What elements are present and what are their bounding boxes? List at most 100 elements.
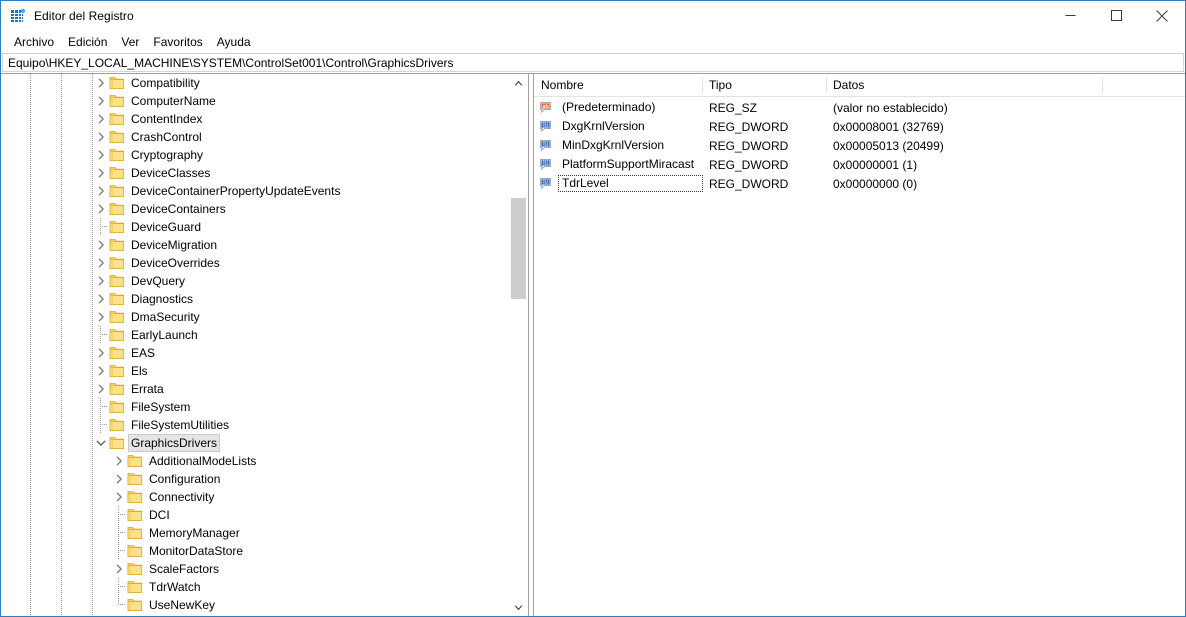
tree-node[interactable]: ContentIndex [1, 110, 509, 128]
tree-node-label: ScaleFactors [149, 562, 220, 576]
tree-node-label: ContentIndex [131, 112, 203, 126]
folder-icon [109, 202, 125, 216]
tree-node[interactable]: Compatibility [1, 74, 509, 92]
chevron-right-icon[interactable] [93, 164, 109, 182]
close-button[interactable] [1139, 1, 1185, 30]
dword-value-icon: 011 100 [539, 176, 555, 192]
scroll-up-button[interactable] [510, 74, 527, 91]
scroll-down-button[interactable] [510, 599, 527, 616]
tree-node[interactable]: Configuration [1, 470, 509, 488]
chevron-right-icon[interactable] [111, 452, 127, 470]
tree-node[interactable]: EAS [1, 344, 509, 362]
scroll-thumb[interactable] [511, 197, 526, 300]
chevron-right-icon[interactable] [93, 308, 109, 326]
column-header-data[interactable]: Datos [826, 74, 1102, 96]
chevron-right-icon[interactable] [93, 380, 109, 398]
tree-node-label: FileSystemUtilities [131, 418, 230, 432]
registry-editor-icon [10, 8, 26, 24]
tree-node[interactable]: AdditionalModeLists [1, 452, 509, 470]
value-row[interactable]: 011 100 TdrLevel REG_DWORD 0x00000000 (0) [534, 174, 1185, 193]
tree-node-label: ComputerName [131, 94, 216, 108]
tree-node[interactable]: UseNewKey [1, 596, 509, 614]
tree-node[interactable]: FileSystem [1, 398, 509, 416]
tree-node-label: MemoryManager [149, 526, 240, 540]
tree-node[interactable]: DeviceMigration [1, 236, 509, 254]
chevron-right-icon[interactable] [93, 182, 109, 200]
tree-node[interactable]: Diagnostics [1, 290, 509, 308]
folder-icon [109, 436, 125, 450]
chevron-right-icon[interactable] [93, 92, 109, 110]
tree-node[interactable]: DeviceContainers [1, 200, 509, 218]
menu-item-ver[interactable]: Ver [114, 32, 146, 52]
chevron-down-icon[interactable] [93, 434, 109, 452]
tree-node-label: DCI [149, 508, 170, 522]
tree-node[interactable]: TdrWatch [1, 578, 509, 596]
tree-node[interactable]: ComputerName [1, 92, 509, 110]
chevron-right-icon[interactable] [111, 560, 127, 578]
tree-node[interactable]: DeviceContainerPropertyUpdateEvents [1, 182, 509, 200]
chevron-right-icon[interactable] [93, 200, 109, 218]
chevron-right-icon[interactable] [93, 362, 109, 380]
tree-node[interactable]: MonitorDataStore [1, 542, 509, 560]
chevron-right-icon[interactable] [93, 272, 109, 290]
menu-item-ayuda[interactable]: Ayuda [210, 32, 258, 52]
address-bar[interactable]: Equipo\HKEY_LOCAL_MACHINE\SYSTEM\Control… [2, 53, 1184, 72]
scroll-track[interactable] [510, 91, 527, 599]
chevron-right-icon[interactable] [93, 254, 109, 272]
minimize-button[interactable] [1047, 1, 1093, 30]
folder-icon [127, 580, 143, 594]
value-data: 0x00000000 (0) [833, 176, 918, 191]
tree-node[interactable]: Cryptography [1, 146, 509, 164]
tree-node[interactable]: DeviceGuard [1, 218, 509, 236]
tree-node[interactable]: Errata [1, 380, 509, 398]
tree-node[interactable]: Els [1, 362, 509, 380]
tree-node[interactable]: DeviceClasses [1, 164, 509, 182]
tree-node[interactable]: DeviceOverrides [1, 254, 509, 272]
maximize-button[interactable] [1093, 1, 1139, 30]
tree-node[interactable]: GraphicsDrivers [1, 434, 509, 452]
chevron-right-icon[interactable] [111, 470, 127, 488]
chevron-right-icon[interactable] [93, 74, 109, 92]
column-header-type[interactable]: Tipo [702, 74, 826, 96]
folder-icon [109, 76, 125, 90]
menu-item-archivo[interactable]: Archivo [7, 32, 61, 52]
chevron-right-icon[interactable] [93, 110, 109, 128]
chevron-right-icon[interactable] [93, 146, 109, 164]
tree-node-label: UseNewKey [149, 598, 216, 612]
tree-node[interactable]: EarlyLaunch [1, 326, 509, 344]
tree-node-label: DeviceMigration [131, 238, 218, 252]
chevron-right-icon[interactable] [93, 344, 109, 362]
dword-value-icon: 011 100 [539, 138, 555, 154]
value-row[interactable]: ab (Predeterminado) REG_SZ (valor no establ… [534, 98, 1185, 117]
pane-splitter[interactable] [528, 74, 534, 616]
folder-icon [109, 94, 125, 108]
tree-vertical-scrollbar[interactable] [509, 74, 527, 616]
value-data: 0x00005013 (20499) [833, 138, 944, 153]
menu-item-favoritos[interactable]: Favoritos [146, 32, 209, 52]
value-row[interactable]: 011 100 MinDxgKrnlVersion REG_DWORD 0x000050… [534, 136, 1185, 155]
tree-node[interactable]: DevQuery [1, 272, 509, 290]
tree-node[interactable]: DmaSecurity [1, 308, 509, 326]
tree-scroll-viewport: Compatibility ComputerName ContentIndex Cra… [1, 74, 509, 616]
tree-node[interactable]: FileSystemUtilities [1, 416, 509, 434]
value-name: DxgKrnlVersion [562, 119, 645, 133]
column-header-name[interactable]: Nombre [534, 74, 702, 96]
tree-node[interactable]: DCI [1, 506, 509, 524]
folder-icon [109, 166, 125, 180]
tree-node[interactable]: MemoryManager [1, 524, 509, 542]
value-row[interactable]: 011 100 DxgKrnlVersion REG_DWORD 0x00008001 … [534, 117, 1185, 136]
value-name: TdrLevel [558, 175, 703, 192]
tree-node[interactable]: CrashControl [1, 128, 509, 146]
tree-connector [111, 506, 127, 524]
chevron-right-icon[interactable] [93, 236, 109, 254]
tree-node[interactable]: Connectivity [1, 488, 509, 506]
tree-node[interactable]: ScaleFactors [1, 560, 509, 578]
folder-icon [109, 292, 125, 306]
menu-item-edicin[interactable]: Edición [61, 32, 114, 52]
tree-connector [93, 398, 109, 416]
chevron-right-icon[interactable] [111, 488, 127, 506]
chevron-right-icon[interactable] [93, 128, 109, 146]
svg-text:100: 100 [543, 124, 549, 128]
value-row[interactable]: 011 100 PlatformSupportMiracast REG_DWORD 0x… [534, 155, 1185, 174]
chevron-right-icon[interactable] [93, 290, 109, 308]
